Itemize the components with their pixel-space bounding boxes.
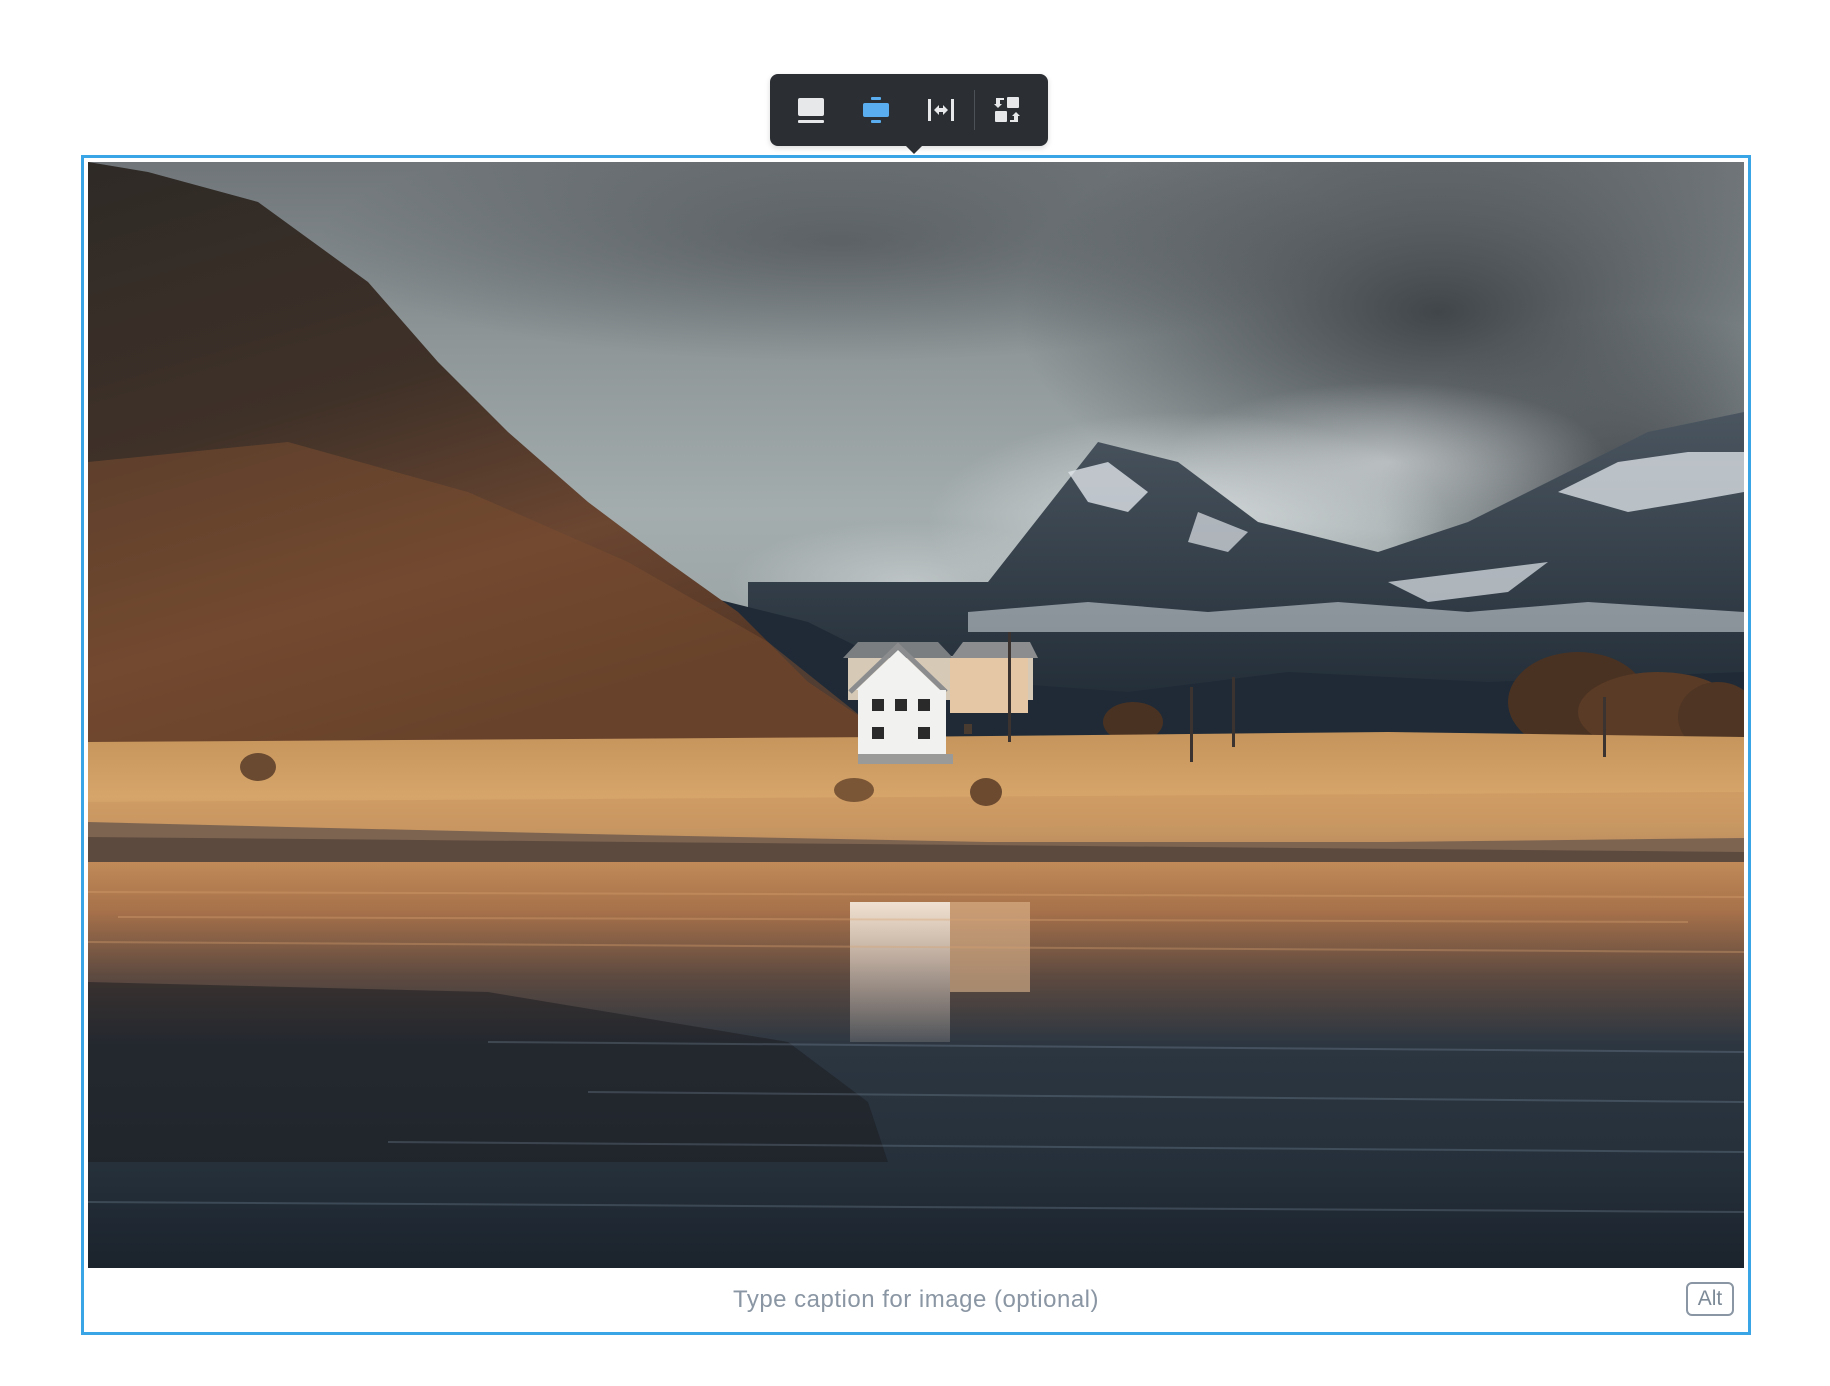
alt-text-button[interactable]: Alt (1686, 1282, 1734, 1316)
side-image-button[interactable] (917, 86, 966, 134)
toolbar-separator (973, 90, 975, 130)
image-block[interactable]: Type caption for image (optional) Alt (81, 155, 1751, 1335)
center-image-icon (862, 97, 889, 123)
replace-image-icon (994, 97, 1021, 122)
image-caption-input[interactable]: Type caption for image (optional) (84, 1268, 1748, 1332)
side-image-icon (928, 99, 955, 121)
full-width-image-icon (797, 98, 824, 123)
image-toolbar (770, 74, 1048, 154)
center-image-button[interactable] (851, 86, 900, 134)
editor-page: Type caption for image (optional) Alt (0, 0, 1830, 1386)
replace-image-button[interactable] (983, 86, 1032, 134)
landscape-image (88, 162, 1744, 1268)
landscape-photo[interactable] (88, 162, 1744, 1268)
full-width-button[interactable] (786, 86, 835, 134)
